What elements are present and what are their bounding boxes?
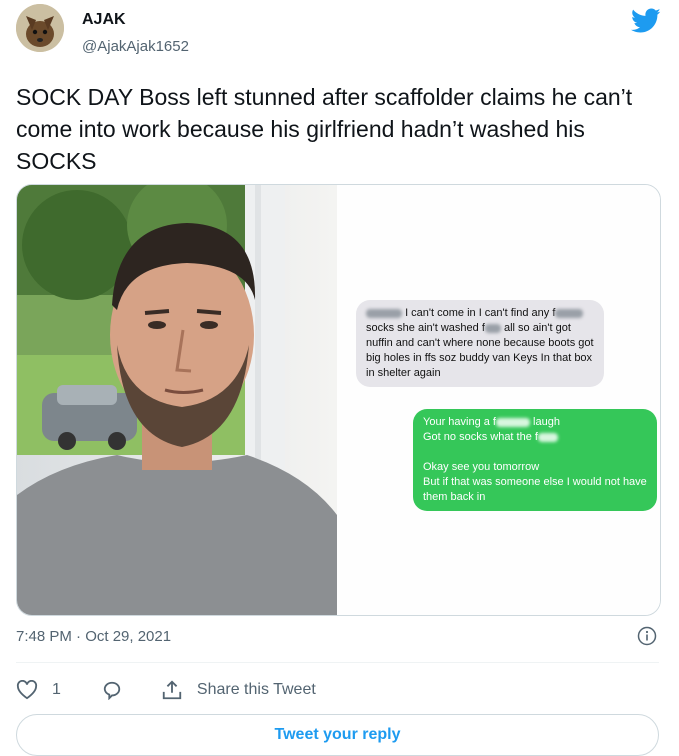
share-button[interactable]: Share this Tweet <box>161 679 316 701</box>
share-icon <box>162 680 182 700</box>
avatar[interactable] <box>16 4 64 52</box>
outgoing-text-1a: Your having a f <box>423 416 496 428</box>
author-handle[interactable]: @AjakAjak1652 <box>82 38 189 55</box>
heart-icon <box>16 680 38 700</box>
twitter-bird-icon[interactable] <box>631 8 661 34</box>
outgoing-message-bubble: Your having a f laugh Got no socks what … <box>413 409 657 511</box>
incoming-text-1: I can't come in I can't find any <box>405 307 550 319</box>
censored-word <box>484 323 501 333</box>
selfie-photo <box>17 185 337 615</box>
reply-action-button[interactable] <box>101 680 123 700</box>
tweet-timestamp[interactable]: 7:48 PM · Oct 29, 2021 <box>16 628 171 645</box>
tweet-reply-button[interactable]: Tweet your reply <box>16 714 659 756</box>
outgoing-text-4: But if that was someone else I would not… <box>423 476 647 503</box>
censored-word <box>537 432 558 442</box>
outgoing-text-2a: Got no socks what the f <box>423 431 538 443</box>
tweet-media[interactable]: I can't come in I can't find any f socks… <box>16 184 661 616</box>
info-icon[interactable] <box>637 626 657 646</box>
reply-icon <box>103 681 121 700</box>
share-label: Share this Tweet <box>196 681 316 698</box>
like-button[interactable]: 1 <box>16 680 61 700</box>
message-screenshot <box>337 185 660 615</box>
tweet-actions: 1 Share this Tweet <box>16 676 316 704</box>
divider <box>16 662 659 663</box>
censored-word <box>495 417 530 427</box>
outgoing-text-3: Okay see you tomorrow <box>423 461 540 473</box>
like-count: 1 <box>52 681 61 698</box>
tweet-text: SOCK DAY Boss left stunned after scaffol… <box>16 84 633 174</box>
redacted-name <box>366 308 402 318</box>
incoming-text-3: socks she ain't washed f <box>366 322 485 334</box>
author-name[interactable]: AJAK <box>82 11 126 29</box>
outgoing-text-1b: laugh <box>533 416 560 428</box>
censored-word <box>555 308 584 318</box>
incoming-message-bubble: I can't come in I can't find any f socks… <box>356 300 604 387</box>
